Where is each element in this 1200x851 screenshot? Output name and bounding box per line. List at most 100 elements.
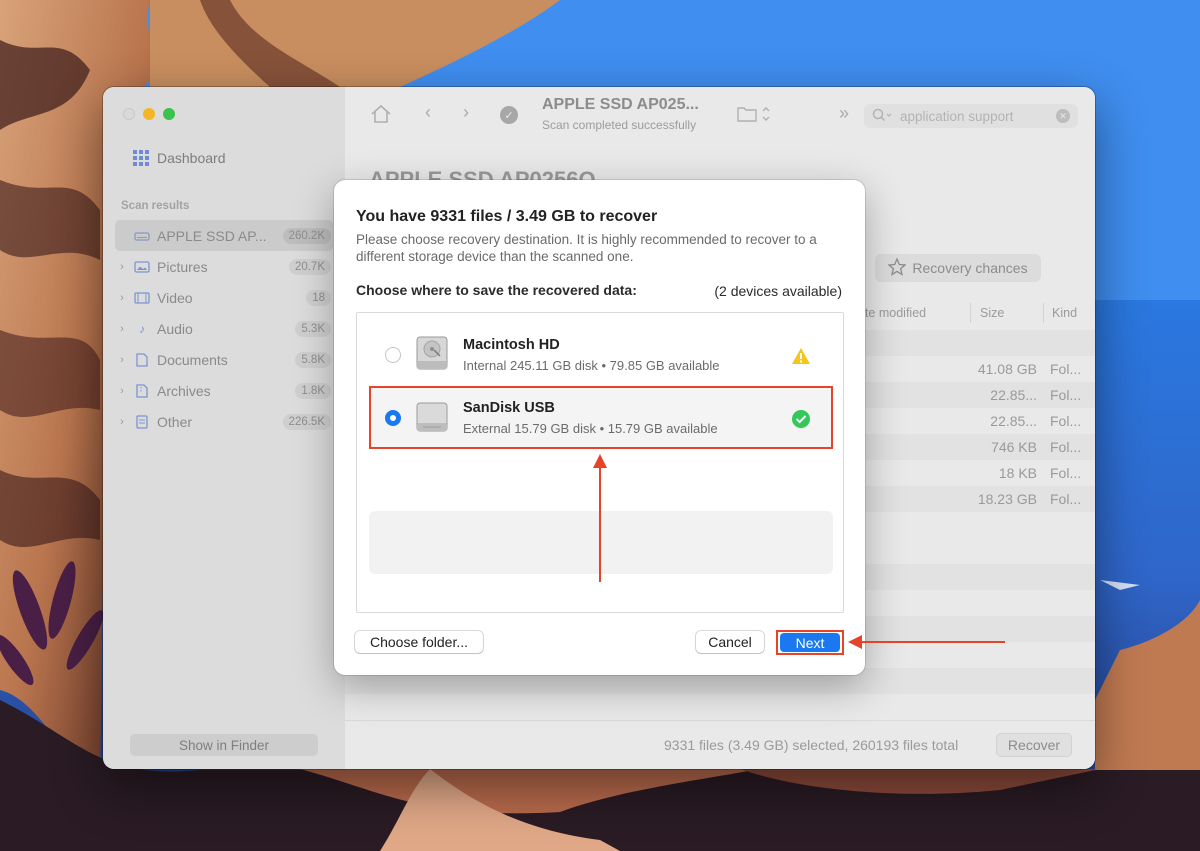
back-icon[interactable]: ‹ <box>425 102 431 123</box>
device-radio-macintosh-hd[interactable] <box>385 347 401 363</box>
device-info: Internal 245.11 GB disk • 79.85 GB avail… <box>463 358 720 373</box>
pictures-icon <box>133 260 151 274</box>
row-size: 18.23 GB <box>977 491 1037 507</box>
scan-results-label: Scan results <box>121 200 190 212</box>
show-in-finder-button[interactable]: Show in Finder <box>130 734 318 756</box>
sidebar-item-label: Other <box>157 413 193 430</box>
drive-icon <box>133 229 151 243</box>
device-list: Macintosh HD Internal 245.11 GB disk • 7… <box>356 312 844 613</box>
device-info: External 15.79 GB disk • 15.79 GB availa… <box>463 421 718 436</box>
dialog-title: You have 9331 files / 3.49 GB to recover <box>356 208 658 225</box>
scan-results-list: APPLE SSD AP... 260.2K › Pictures 20.7K … <box>115 220 333 437</box>
sidebar-item-label: APPLE SSD AP... <box>157 227 267 244</box>
status-bar: 9331 files (3.49 GB) selected, 260193 fi… <box>345 720 1095 769</box>
video-icon <box>133 291 151 305</box>
row-kind: Fol... <box>1050 387 1082 403</box>
archives-icon <box>133 383 151 398</box>
sidebar-item-count: 226.5K <box>282 413 331 430</box>
row-kind: Fol... <box>1050 361 1082 377</box>
warning-icon <box>792 348 810 364</box>
toolbar-title: APPLE SSD AP025... <box>542 96 699 113</box>
chevron-right-icon[interactable]: › <box>115 292 129 304</box>
selection-status: 9331 files (3.49 GB) selected, 260193 fi… <box>664 737 959 753</box>
chevron-right-icon[interactable]: › <box>115 385 129 397</box>
sidebar-item-count: 260.2K <box>282 227 331 244</box>
device-macintosh-hd[interactable]: Macintosh HD Internal 245.11 GB disk • 7… <box>357 325 843 385</box>
sidebar-item-archives[interactable]: › Archives 1.8K <box>115 375 333 406</box>
minimize-window-button[interactable] <box>143 108 155 120</box>
device-sandisk-usb[interactable]: SanDisk USB External 15.79 GB disk • 15.… <box>357 388 843 448</box>
empty-device-slot <box>369 511 833 574</box>
search-field[interactable]: application support ✕ <box>864 104 1078 128</box>
sidebar-item-label: Archives <box>157 382 211 399</box>
sidebar-item-label: Audio <box>157 320 193 337</box>
chevron-right-icon[interactable]: › <box>115 416 129 428</box>
next-button[interactable]: Next <box>780 633 840 652</box>
maximize-window-button[interactable] <box>163 108 175 120</box>
search-input[interactable]: application support <box>900 109 1013 124</box>
row-kind: Fol... <box>1050 413 1082 429</box>
sidebar: Dashboard Scan results APPLE SSD AP... 2… <box>103 87 345 769</box>
forward-icon[interactable]: › <box>463 102 469 123</box>
device-name: Macintosh HD <box>463 337 560 353</box>
scan-complete-check-icon: ✓ <box>500 106 518 124</box>
external-disk-icon <box>416 402 448 432</box>
recovery-chances-button[interactable]: Recovery chances <box>875 254 1041 282</box>
row-size: 22.85... <box>990 387 1037 403</box>
cancel-button[interactable]: Cancel <box>696 631 764 653</box>
sidebar-item-count: 5.3K <box>295 320 331 337</box>
row-kind: Fol... <box>1050 465 1082 481</box>
recover-button[interactable]: Recover <box>996 733 1072 757</box>
sidebar-item-video[interactable]: › Video 18 <box>115 282 333 313</box>
sidebar-item-count: 5.8K <box>295 351 331 368</box>
sidebar-item-count: 20.7K <box>288 258 331 275</box>
sidebar-item-audio[interactable]: › ♪ Audio 5.3K <box>115 313 333 344</box>
column-kind[interactable]: Kind <box>1052 306 1077 320</box>
folder-view-icon[interactable] <box>737 105 773 128</box>
sidebar-item-pictures[interactable]: › Pictures 20.7K <box>115 251 333 282</box>
device-radio-sandisk-usb[interactable] <box>385 410 401 426</box>
sidebar-item-label: Documents <box>157 351 228 368</box>
choose-folder-button[interactable]: Choose folder... <box>355 631 483 653</box>
toolbar-subtitle: Scan completed successfully <box>542 118 697 132</box>
row-size: 18 KB <box>998 465 1037 481</box>
sidebar-item-count: 18 <box>306 289 331 306</box>
other-icon <box>133 414 151 429</box>
home-icon[interactable] <box>370 104 392 129</box>
dashboard-label: Dashboard <box>157 150 226 166</box>
sidebar-item-documents[interactable]: › Documents 5.8K <box>115 344 333 375</box>
check-circle-icon <box>792 410 810 428</box>
row-size: 746 KB <box>991 439 1037 455</box>
chevron-right-icon[interactable]: › <box>115 261 129 273</box>
chevron-right-icon[interactable]: › <box>115 354 129 366</box>
dialog-description: Please choose recovery destination. It i… <box>356 232 817 264</box>
internal-disk-icon <box>416 336 448 370</box>
audio-icon: ♪ <box>139 321 145 336</box>
star-icon <box>887 256 908 279</box>
close-window-button[interactable] <box>123 108 135 120</box>
column-date-modified[interactable]: ate modified <box>858 306 926 320</box>
sidebar-item-other[interactable]: › Other 226.5K <box>115 406 333 437</box>
row-size: 22.85... <box>990 413 1037 429</box>
window-controls <box>123 108 175 120</box>
search-icon <box>872 108 892 125</box>
sidebar-item-label: Pictures <box>157 258 208 275</box>
sidebar-item-count: 1.8K <box>295 382 331 399</box>
recovery-chances-label: Recovery chances <box>912 260 1028 276</box>
choose-destination-label: Choose where to save the recovered data: <box>356 282 637 298</box>
sidebar-item-label: Video <box>157 289 193 306</box>
documents-icon <box>133 352 151 367</box>
more-toolbar-icon[interactable]: » <box>839 103 849 124</box>
row-kind: Fol... <box>1050 439 1082 455</box>
sidebar-dashboard[interactable]: Dashboard <box>133 150 226 166</box>
device-name: SanDisk USB <box>463 400 555 416</box>
chevron-right-icon[interactable]: › <box>115 323 129 335</box>
row-size: 41.08 GB <box>977 361 1037 377</box>
column-size[interactable]: Size <box>980 306 1004 320</box>
clear-search-icon[interactable]: ✕ <box>1056 109 1070 123</box>
dashboard-grid-icon <box>133 150 149 166</box>
sidebar-item-drive[interactable]: APPLE SSD AP... 260.2K <box>115 220 333 251</box>
row-kind: Fol... <box>1050 491 1082 507</box>
devices-available-count: (2 devices available) <box>714 283 842 299</box>
recovery-destination-dialog: You have 9331 files / 3.49 GB to recover… <box>334 180 865 675</box>
